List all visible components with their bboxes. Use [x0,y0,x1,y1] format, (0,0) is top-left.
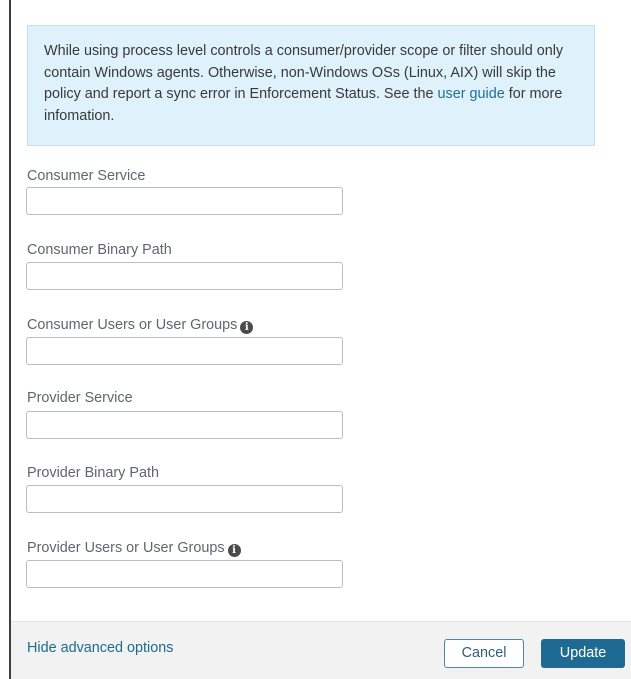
provider-service-label: Provider Service [27,389,133,407]
info-icon[interactable]: i [227,544,241,557]
provider-binary-path-label-text: Provider Binary Path [27,465,159,481]
provider-service-input[interactable] [26,411,343,439]
provider-service-label-text: Provider Service [27,390,133,406]
user-guide-link[interactable]: user guide [438,86,505,102]
provider-users-label: Provider Users or User Groups i [27,539,241,557]
consumer-binary-path-label-text: Consumer Binary Path [27,242,172,258]
consumer-users-input[interactable] [26,337,343,365]
windows-agents-info-banner: While using process level controls a con… [27,25,595,146]
consumer-users-label: Consumer Users or User Groups i [27,316,254,334]
info-icon[interactable]: i [240,321,254,334]
consumer-service-input[interactable] [26,187,343,215]
panel-footer: Hide advanced options Cancel Update [11,621,631,679]
panel-left-border [9,0,11,679]
consumer-binary-path-label: Consumer Binary Path [27,241,172,259]
consumer-service-label-text: Consumer Service [27,168,146,184]
provider-binary-path-input[interactable] [26,485,343,513]
consumer-service-label: Consumer Service [27,167,145,185]
hide-advanced-options-link[interactable]: Hide advanced options [27,640,173,656]
consumer-users-label-text: Consumer Users or User Groups [27,317,238,333]
policy-edit-panel: While using process level controls a con… [0,0,631,679]
update-button[interactable]: Update [541,639,625,668]
consumer-binary-path-input[interactable] [26,262,343,290]
provider-users-label-text: Provider Users or User Groups [27,540,225,556]
cancel-button[interactable]: Cancel [444,639,524,668]
provider-binary-path-label: Provider Binary Path [27,464,159,482]
provider-users-input[interactable] [26,560,343,588]
